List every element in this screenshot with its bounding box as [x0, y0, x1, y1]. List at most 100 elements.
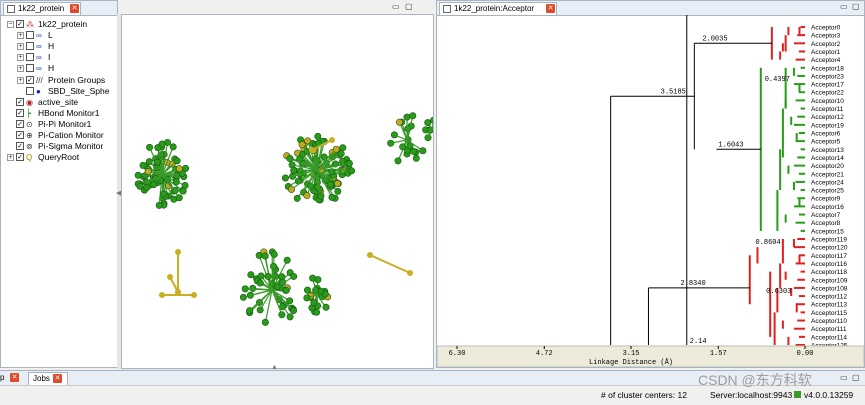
visibility-checkbox[interactable]	[26, 64, 34, 72]
node-distance-label: 2.8340	[680, 280, 705, 288]
tree-item-label: L	[48, 30, 53, 41]
chain-icon: ∞	[36, 63, 42, 74]
tree-item-label: H	[48, 63, 54, 74]
leaf-label: Acceptor9	[811, 196, 841, 203]
leaf-label: Acceptor118	[811, 269, 847, 276]
tab-jobs[interactable]: Jobs ✕	[28, 372, 68, 385]
tree-item[interactable]: +✓Q QueryRoot	[7, 152, 119, 163]
tree-item-label: SBD_Site_Sphe	[48, 86, 109, 97]
leaf-label: Acceptor21	[811, 171, 844, 178]
close-tab-icon[interactable]: ✕	[70, 4, 79, 13]
tree-expander-icon[interactable]: +	[17, 32, 24, 39]
leaf-label: Acceptor12	[811, 114, 844, 121]
dendrogram-pane: 1k22_protein:Acceptor ✕ Acceptor0Accepto…	[436, 0, 865, 368]
document-icon	[7, 5, 15, 13]
version-label: v4.0.0.13259	[804, 390, 853, 400]
tree-expander-icon[interactable]: −	[7, 21, 14, 28]
node-distance-label: 0.6303	[766, 288, 791, 296]
leaf-label: Acceptor22	[811, 90, 844, 97]
leaf-label: Acceptor0	[811, 25, 841, 32]
visibility-checkbox[interactable]: ✓	[16, 98, 24, 106]
tree-expander-icon[interactable]: +	[7, 154, 14, 161]
tab-label: Jobs	[33, 374, 50, 383]
x-tick-label: 4.72	[536, 350, 553, 358]
tree-item[interactable]: ✓⊕Pi-Cation Monitor	[7, 130, 119, 141]
node-distance-label: 0.4397	[765, 76, 790, 84]
tree-expander-icon[interactable]: +	[17, 65, 24, 72]
tree-item[interactable]: + ∞ H	[7, 63, 119, 74]
visibility-checkbox[interactable]: ✓	[26, 76, 34, 84]
dendrogram-chart[interactable]: Acceptor0Acceptor3Acceptor2Acceptor1Acce…	[437, 15, 864, 367]
tree-item[interactable]: ✓⊙ Pi-Pi Monitor1	[7, 119, 119, 130]
tree-item[interactable]: ✓⊚Pi-Sigma Monitor	[7, 141, 119, 152]
minimize-icon[interactable]: ▭	[840, 2, 848, 11]
status-clusters: # of cluster centers: 12	[601, 390, 687, 400]
query-icon: Q	[26, 152, 32, 163]
visibility-checkbox[interactable]: ✓	[16, 120, 24, 128]
tree-item-label: Pi-Sigma Monitor	[38, 141, 103, 152]
tab-label: 1k22_protein:Acceptor	[454, 4, 534, 13]
close-tab-icon[interactable]: ✕	[546, 4, 555, 13]
visibility-checkbox[interactable]: ✓	[16, 109, 24, 117]
tree-item-label: active_site	[38, 97, 78, 108]
tree-item-label: 1k22_protein	[38, 19, 87, 30]
visibility-checkbox[interactable]: ✓	[16, 142, 24, 150]
molecule-canvas[interactable]	[122, 15, 433, 368]
visibility-checkbox[interactable]	[26, 53, 34, 61]
tree-item[interactable]: +∞L	[7, 30, 119, 41]
tab-acceptor[interactable]: 1k22_protein:Acceptor ✕	[439, 2, 557, 15]
tree-item-label: Pi-Pi Monitor1	[38, 119, 91, 130]
sphere-icon: ●	[36, 86, 41, 97]
leaf-label: Acceptor109	[811, 277, 848, 284]
tree-item-label: QueryRoot	[38, 152, 79, 163]
tree-expander-icon[interactable]: +	[17, 43, 24, 50]
leaf-label: Acceptor117	[811, 253, 847, 260]
tree-item[interactable]: +✓///Protein Groups	[7, 75, 119, 86]
minimize-icon[interactable]: ▭	[840, 373, 848, 382]
leaf-label: Acceptor17	[811, 82, 844, 89]
leaf-label: Acceptor113	[811, 302, 847, 309]
leaf-label: Acceptor5	[811, 139, 841, 146]
tree-item[interactable]: ✓◉active_site	[7, 97, 119, 108]
leaf-label: Acceptor119	[811, 237, 847, 244]
visibility-checkbox[interactable]	[26, 31, 34, 39]
leaf-label: Acceptor120	[811, 245, 848, 252]
visibility-checkbox[interactable]: ✓	[16, 20, 24, 28]
leaf-label: Acceptor14	[811, 155, 844, 162]
tree-expander-icon[interactable]: +	[17, 77, 24, 84]
tab-1k22-protein[interactable]: 1k22_protein ✕	[3, 2, 81, 15]
pipi-icon: ⊙	[26, 119, 33, 130]
leaf-label: Acceptor2	[811, 41, 841, 48]
maximize-icon[interactable]: ▢	[405, 2, 413, 11]
leaf-label: Acceptor111	[811, 326, 847, 333]
leaf-label: Acceptor114	[811, 334, 847, 341]
node-distance-label: 0.8604	[755, 239, 780, 247]
visibility-checkbox[interactable]	[26, 42, 34, 50]
tree-item[interactable]: ✓┝HBond Monitor1	[7, 108, 119, 119]
maximize-icon[interactable]: ▢	[852, 2, 860, 11]
tree-item[interactable]: ● SBD_Site_Sphe	[7, 86, 119, 97]
close-tab-icon[interactable]: ✕	[10, 373, 19, 382]
leaf-label: Acceptor18	[811, 65, 844, 72]
visibility-checkbox[interactable]	[26, 87, 34, 95]
leaf-label: Acceptor16	[811, 204, 844, 211]
3d-viewer[interactable]	[121, 14, 434, 369]
tree-item-label: H	[48, 41, 54, 52]
tree-item[interactable]: +∞I	[7, 52, 119, 63]
tree-item[interactable]: −✓⁂1k22_protein	[7, 19, 119, 30]
collapsed-tab-fragment[interactable]: p	[0, 373, 4, 382]
leaf-label: Acceptor19	[811, 122, 844, 129]
tree-expander-icon[interactable]: +	[17, 54, 24, 61]
close-tab-icon[interactable]: ✕	[53, 374, 62, 383]
leaf-label: Acceptor20	[811, 163, 844, 170]
leaf-label: Acceptor1	[811, 49, 841, 56]
visibility-checkbox[interactable]: ✓	[16, 153, 24, 161]
tree-item[interactable]: + ∞ H	[7, 41, 119, 52]
leaf-label: Acceptor6	[811, 131, 841, 138]
node-distance-label: 1.6043	[718, 141, 743, 149]
minimize-icon[interactable]: ▭	[392, 2, 400, 11]
x-tick-label: 0.00	[797, 350, 814, 358]
maximize-icon[interactable]: ▢	[852, 373, 860, 382]
visibility-checkbox[interactable]: ✓	[16, 131, 24, 139]
chain-icon: ∞	[36, 41, 42, 52]
